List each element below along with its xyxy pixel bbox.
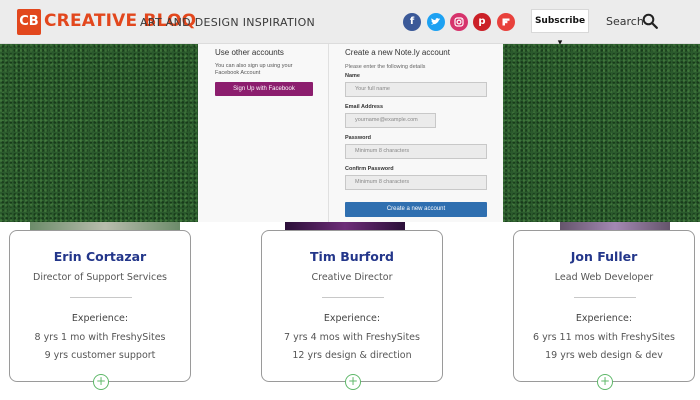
member-role: Lead Web Developer bbox=[554, 272, 654, 283]
confirm-password-field[interactable]: Minimum 8 characters bbox=[345, 175, 487, 190]
other-accounts-title: Use other accounts bbox=[215, 48, 284, 57]
password-field[interactable]: Minimum 8 characters bbox=[345, 144, 487, 159]
team-card: Tim Burford Creative Director Experience… bbox=[261, 230, 443, 390]
site-header: CB CREATIVE BLOQ ART AND DESIGN INSPIRAT… bbox=[0, 0, 700, 48]
confirm-password-label: Confirm Password bbox=[345, 166, 394, 172]
signup-popup: Use other accounts You can also sign up … bbox=[198, 44, 503, 222]
search-label[interactable]: Search bbox=[606, 15, 644, 28]
other-accounts-description: You can also sign up using your Facebook… bbox=[215, 63, 293, 76]
logo-mark[interactable]: CB bbox=[17, 9, 41, 35]
experience-line: 6 yrs 11 mos with FreshySites bbox=[533, 332, 675, 343]
member-role: Director of Support Services bbox=[33, 272, 167, 283]
card-divider bbox=[70, 297, 132, 298]
password-label: Password bbox=[345, 135, 371, 141]
team-card: Erin Cortazar Director of Support Servic… bbox=[9, 230, 191, 390]
team-card: Jon Fuller Lead Web Developer Experience… bbox=[513, 230, 695, 390]
email-label: Email Address bbox=[345, 104, 384, 110]
name-label: Name bbox=[345, 73, 360, 79]
team-photo-left bbox=[0, 44, 198, 222]
experience-line: 19 yrs web design & dev bbox=[545, 350, 663, 361]
expand-plus-icon[interactable]: + bbox=[597, 374, 613, 390]
twitter-icon[interactable] bbox=[427, 13, 445, 31]
experience-line: 12 yrs design & direction bbox=[292, 350, 412, 361]
experience-label: Experience: bbox=[323, 313, 381, 324]
flipboard-icon[interactable] bbox=[497, 13, 515, 31]
facebook-icon[interactable]: f bbox=[403, 13, 421, 31]
experience-line: 7 yrs 4 mos with FreshySites bbox=[284, 332, 420, 343]
experience-line: 9 yrs customer support bbox=[44, 350, 156, 361]
instagram-icon[interactable] bbox=[450, 13, 468, 31]
member-name: Erin Cortazar bbox=[53, 249, 147, 264]
expand-plus-icon[interactable]: + bbox=[345, 374, 361, 390]
create-account-button[interactable]: Create a new account bbox=[345, 202, 487, 217]
experience-label: Experience: bbox=[575, 313, 633, 324]
member-name: Tim Burford bbox=[310, 249, 394, 264]
facebook-signup-button[interactable]: Sign Up with Facebook bbox=[215, 82, 313, 96]
card-divider bbox=[574, 297, 636, 298]
subscribe-dropdown[interactable]: Subscribe ▾ bbox=[531, 9, 589, 48]
team-photo-right bbox=[503, 44, 700, 222]
pinterest-icon[interactable]: p bbox=[473, 13, 491, 31]
experience-label: Experience: bbox=[71, 313, 129, 324]
card-divider bbox=[322, 297, 384, 298]
create-account-subtitle: Please enter the following details bbox=[345, 64, 426, 70]
name-field[interactable]: Your full name bbox=[345, 82, 487, 97]
member-role: Creative Director bbox=[311, 272, 393, 283]
member-name: Jon Fuller bbox=[570, 249, 638, 264]
site-tagline: ART AND DESIGN INSPIRATION bbox=[140, 16, 316, 29]
expand-plus-icon[interactable]: + bbox=[93, 374, 109, 390]
search-icon[interactable] bbox=[642, 13, 658, 29]
create-account-title: Create a new Note.ly account bbox=[345, 48, 450, 57]
experience-line: 8 yrs 1 mo with FreshySites bbox=[34, 332, 166, 343]
email-field[interactable]: yourname@example.com bbox=[345, 113, 436, 128]
popup-divider bbox=[328, 44, 329, 222]
